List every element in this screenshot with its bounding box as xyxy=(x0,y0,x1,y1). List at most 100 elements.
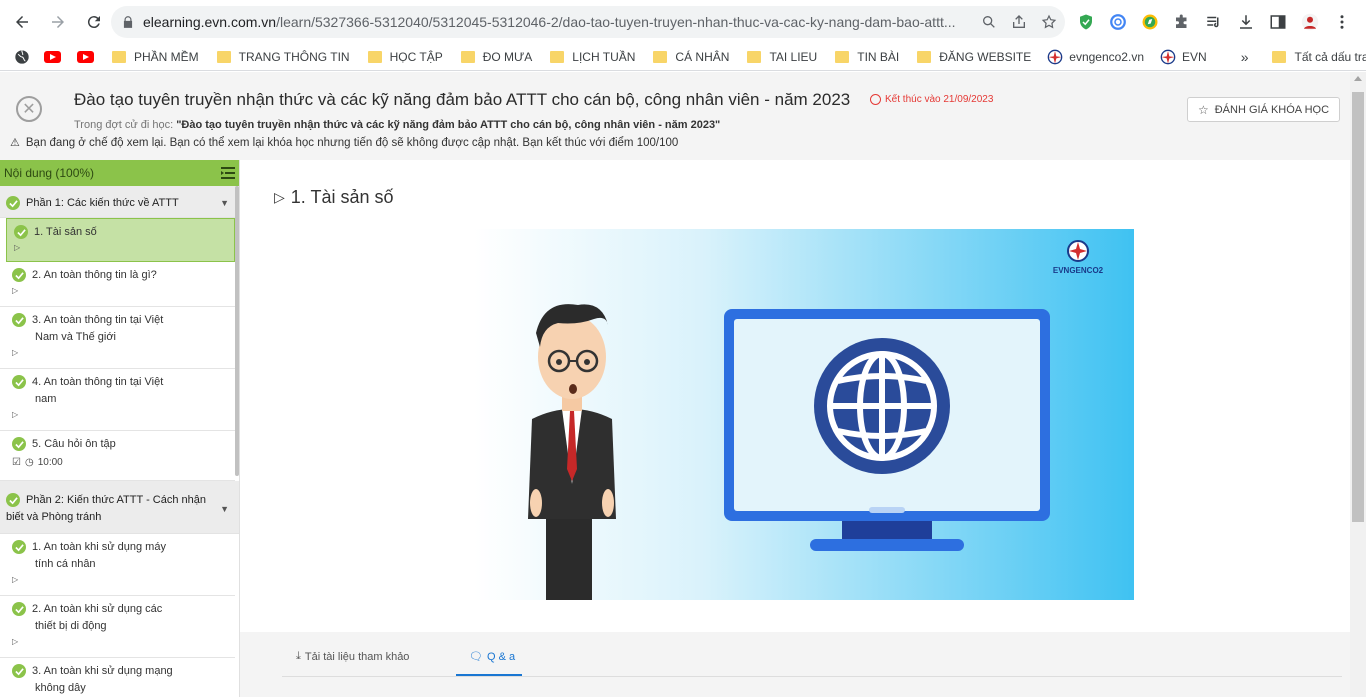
check-icon xyxy=(12,375,26,390)
caret-down-icon[interactable]: ▼ xyxy=(220,198,229,208)
bookmark-folder[interactable]: CÁ NHÂN xyxy=(653,50,729,64)
video-icon: ▷ xyxy=(12,410,19,419)
folder-icon xyxy=(550,51,565,63)
lesson-title: 5. Câu hỏi ôn tập xyxy=(32,438,116,450)
lesson-tabs: ⤓ Tải tài liệu tham khảo 🗨 Q & a xyxy=(240,632,1350,697)
deadline-text: Kết thúc vào 21/09/2023 xyxy=(885,94,994,105)
bookmark-label: EVN xyxy=(1182,50,1207,64)
tab-reference-docs-label: Tải tài liệu tham khảo xyxy=(304,650,410,663)
lesson-title: 1. An toàn khi sử dụng máy xyxy=(32,541,166,553)
lesson-title: 1. Tài sản số xyxy=(34,226,97,238)
more-bookmarks-button[interactable]: » xyxy=(1241,49,1249,65)
warning-icon: ⚠ xyxy=(10,137,20,149)
lesson-title: 2. An toàn thông tin là gì? xyxy=(32,269,157,281)
lesson-item-2-1[interactable]: 1. An toàn khi sử dụng máy tính cá nhân … xyxy=(0,534,235,596)
bookmark-label: ĐO MƯA xyxy=(482,50,533,64)
check-icon xyxy=(12,313,26,328)
bookmark-label: ĐĂNG WEBSITE xyxy=(939,50,1032,64)
bookmark-folder[interactable]: ĐĂNG WEBSITE xyxy=(917,50,1031,64)
url-text[interactable]: elearning.evn.com.vn/learn/5327366-53120… xyxy=(143,14,963,30)
lesson-item-3[interactable]: 3. An toàn thông tin tại Việt Nam và Thế… xyxy=(0,307,235,369)
zoom-icon[interactable] xyxy=(981,14,997,30)
lesson-item-5[interactable]: 5. Câu hỏi ôn tập ☑ ◷ 10:00 xyxy=(0,431,235,481)
lesson-item-2-3[interactable]: 3. An toàn khi sử dụng mạng không dây xyxy=(0,658,235,697)
evn-logo-icon xyxy=(1047,49,1063,65)
check-icon xyxy=(6,493,20,508)
bookmark-folder[interactable]: ĐO MƯA xyxy=(460,50,533,64)
folder-icon xyxy=(1272,51,1287,63)
bookmark-evn[interactable]: EVN xyxy=(1160,49,1207,65)
lock-icon[interactable] xyxy=(121,15,135,29)
lesson-item-4[interactable]: 4. An toàn thông tin tại Việt nam ▷ xyxy=(0,369,235,431)
download-icon[interactable] xyxy=(1236,12,1256,32)
shield-extension-icon[interactable] xyxy=(1076,12,1096,32)
lesson-item-2[interactable]: 2. An toàn thông tin là gì? ▷ xyxy=(0,262,235,307)
compass-extension-icon[interactable] xyxy=(1140,12,1160,32)
active-tab-indicator xyxy=(456,674,522,676)
back-icon[interactable] xyxy=(6,6,38,38)
video-icon: ▷ xyxy=(12,348,19,357)
section-1-header[interactable]: Phần 1: Các kiến thức về ATTT ▼ xyxy=(0,186,239,218)
lesson-heading: ▷ 1. Tài sản số xyxy=(274,187,394,208)
sidebar-title: Nội dung (100%) xyxy=(4,166,95,180)
scrollbar-thumb[interactable] xyxy=(1352,92,1364,522)
folder-icon xyxy=(112,51,126,63)
rate-course-button[interactable]: ☆ ĐÁNH GIÁ KHÓA HỌC xyxy=(1187,97,1340,122)
bookmark-youtube-1[interactable] xyxy=(44,51,63,63)
timer-icon: ◷ xyxy=(24,457,34,468)
all-bookmarks-folder[interactable]: Tất cả dấu trang xyxy=(1272,50,1366,64)
folder-icon xyxy=(917,51,932,63)
share-icon[interactable] xyxy=(1011,14,1027,30)
bookmarks-bar: PHẦN MỀM TRANG THÔNG TIN HỌC TẬP ĐO MƯA … xyxy=(0,44,1366,71)
bookmark-folder[interactable]: LỊCH TUẦN xyxy=(550,50,635,64)
rate-course-label: ĐÁNH GIÁ KHÓA HỌC xyxy=(1214,103,1330,116)
section-2-title: Phần 2: Kiến thức ATTT - Cách nhận xyxy=(26,494,206,506)
reload-icon[interactable] xyxy=(78,6,110,38)
forward-icon[interactable] xyxy=(42,6,74,38)
toggle-list-icon[interactable] xyxy=(221,167,235,179)
bookmark-folder[interactable]: PHẦN MỀM xyxy=(112,50,199,64)
bookmark-evngenco2[interactable]: evngenco2.vn xyxy=(1047,49,1144,65)
globe-icon xyxy=(15,50,29,64)
caret-down-icon[interactable]: ▼ xyxy=(220,501,229,518)
page-scrollbar[interactable] xyxy=(1350,72,1366,697)
bookmark-globe[interactable] xyxy=(14,49,36,65)
bookmark-folder[interactable]: TIN BÀI xyxy=(835,50,899,64)
scroll-up-icon[interactable] xyxy=(1354,76,1362,81)
bookmark-folder[interactable]: TRANG THÔNG TIN xyxy=(216,50,350,64)
lesson-title-cont: tính cá nhân xyxy=(35,558,96,570)
folder-icon xyxy=(747,51,762,63)
side-panel-icon[interactable] xyxy=(1268,12,1288,32)
profile-avatar-icon[interactable] xyxy=(1300,12,1320,32)
lesson-content: ▷ 1. Tài sản số EVNGENCO2 ⤓ Tải tài liệu… xyxy=(240,160,1350,697)
more-menu-icon[interactable] xyxy=(1332,12,1352,32)
more-bookmarks-label: » xyxy=(1240,49,1249,65)
folder-icon xyxy=(367,51,382,63)
bookmark-label: evngenco2.vn xyxy=(1069,50,1144,64)
url-path: /learn/5327366-5312040/5312045-5312046-2… xyxy=(276,14,956,30)
tab-qa[interactable]: 🗨 Q & a xyxy=(469,650,515,664)
tab-reference-docs[interactable]: ⤓ Tải tài liệu tham khảo xyxy=(296,650,409,663)
lesson-item-2-2[interactable]: 2. An toàn khi sử dụng các thiết bị di đ… xyxy=(0,596,235,658)
lesson-title-cont: thiết bị di động xyxy=(35,620,107,632)
lesson-title: 2. An toàn khi sử dụng các xyxy=(32,603,163,615)
media-icon[interactable] xyxy=(1204,12,1224,32)
bookmark-folder[interactable]: HỌC TẬP xyxy=(367,50,443,64)
section-2-header[interactable]: Phần 2: Kiến thức ATTT - Cách nhận biết … xyxy=(0,481,239,534)
circle-extension-icon[interactable] xyxy=(1108,12,1128,32)
close-icon[interactable]: ✕ xyxy=(16,96,42,122)
bookmark-youtube-2[interactable] xyxy=(77,51,96,63)
download-icon: ⤓ xyxy=(296,650,301,662)
puzzle-icon[interactable] xyxy=(1172,12,1192,32)
video-player[interactable]: EVNGENCO2 xyxy=(474,229,1134,600)
address-bar[interactable]: elearning.evn.com.vn/learn/5327366-53120… xyxy=(111,6,1065,38)
enrollment-name: "Đào tạo tuyên truyền nhận thức và các k… xyxy=(176,119,721,131)
bookmark-folder[interactable]: TAI LIEU xyxy=(747,50,817,64)
tabs-divider xyxy=(282,676,1342,677)
lesson-item-1[interactable]: 1. Tài sản số ▷ xyxy=(6,218,235,262)
bookmark-label: LỊCH TUẦN xyxy=(572,50,636,64)
folder-icon xyxy=(653,51,668,63)
bookmark-label: PHẦN MỀM xyxy=(134,50,199,64)
star-icon[interactable] xyxy=(1041,14,1057,30)
sidebar-scrollbar[interactable] xyxy=(235,186,239,476)
